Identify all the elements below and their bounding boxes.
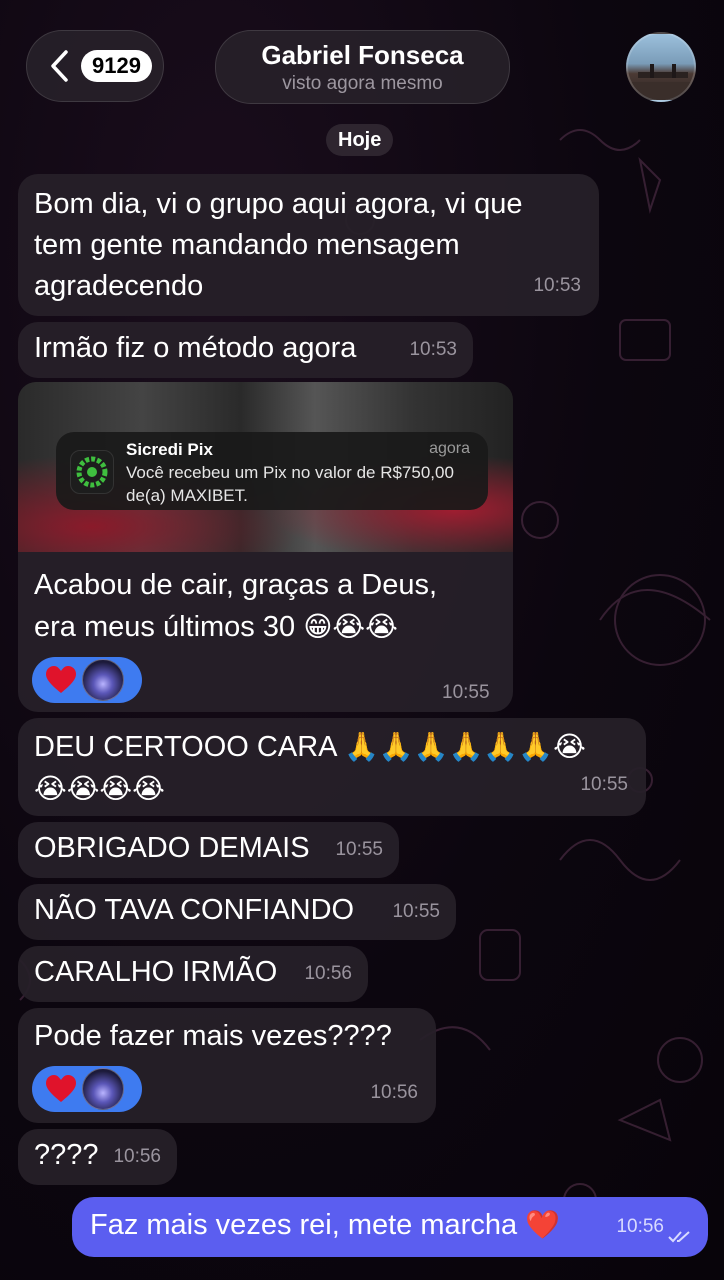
message-text: Faz mais vezes rei, mete marcha xyxy=(90,1209,518,1241)
heart-emoji: ❤️ xyxy=(525,1208,561,1241)
outgoing-message-bubble[interactable]: Faz mais vezes rei, mete marcha ❤️ 10:56 xyxy=(72,1197,708,1257)
message-time: 10:56 xyxy=(616,1216,664,1237)
sicredi-app-icon xyxy=(70,450,114,494)
message-bubble[interactable]: DEU CERTOOO CARA 🙏🙏🙏🙏🙏🙏😭 😭😭😭😭 10:55 xyxy=(18,718,646,816)
avatar-photo xyxy=(628,64,694,100)
emoji: 😁😭😭 xyxy=(303,610,398,643)
emoji: 🙏🙏🙏🙏🙏🙏😭 xyxy=(343,730,586,763)
date-divider: Hoje xyxy=(326,124,394,156)
unread-count-badge: 9129 xyxy=(81,50,152,82)
message-text: Irmão fiz o método agora xyxy=(34,332,357,364)
heart-reaction-icon xyxy=(46,1075,76,1102)
message-reactions[interactable] xyxy=(32,1066,142,1112)
chat-title[interactable]: Gabriel Fonseca visto agora mesmo xyxy=(215,30,510,104)
double-check-icon xyxy=(668,1231,690,1243)
notification-line: Você recebeu um Pix no valor de R$750,00 xyxy=(126,463,454,482)
message-text: OBRIGADO DEMAIS xyxy=(34,832,310,864)
message-text-line: era meus últimos 30 😁😭😭 xyxy=(34,610,398,643)
notification-line: de(a) MAXIBET. xyxy=(126,486,248,505)
message-time: 10:53 xyxy=(533,275,581,296)
message-time: 10:55 xyxy=(580,774,628,795)
chevron-left-icon xyxy=(51,50,68,82)
message-bubble[interactable]: OBRIGADO DEMAIS 10:55 xyxy=(18,822,399,878)
notification-time: agora xyxy=(429,440,470,457)
message-text: CARALHO IRMÃO xyxy=(34,956,278,988)
message-time: 10:55 xyxy=(392,901,440,922)
reactor-avatar xyxy=(82,659,124,701)
message-bubble[interactable]: NÃO TAVA CONFIANDO 10:55 xyxy=(18,884,456,940)
emoji-line: 😭😭😭😭 xyxy=(34,772,165,805)
message-text: Pode fazer mais vezes???? xyxy=(34,1020,392,1052)
reactor-avatar xyxy=(82,1068,124,1110)
message-bubble[interactable]: Bom dia, vi o grupo aqui agora, vi que t… xyxy=(18,174,599,316)
notification-app-name: Sicredi Pix xyxy=(126,440,213,459)
notification-screenshot-image[interactable]: Sicredi Pix agora Você recebeu um Pix no… xyxy=(18,382,513,552)
message-bubble[interactable]: CARALHO IRMÃO 10:56 xyxy=(18,946,368,1002)
message-text-line: Bom dia, vi o grupo aqui agora, vi que xyxy=(34,188,523,220)
message-time: 10:53 xyxy=(409,339,457,360)
message-time: 10:55 xyxy=(335,839,383,860)
message-bubble[interactable]: Irmão fiz o método agora 10:53 xyxy=(18,322,473,378)
pix-notification: Sicredi Pix agora Você recebeu um Pix no… xyxy=(56,432,488,510)
message-caption: Acabou de cair, graças a Deus, era meus … xyxy=(34,565,504,648)
message-text-line: tem gente mandando mensagem xyxy=(34,229,460,261)
message-text-line: Acabou de cair, graças a Deus, xyxy=(34,569,438,601)
back-button[interactable]: 9129 xyxy=(26,30,164,102)
message-time: 10:56 xyxy=(304,963,352,984)
message-text-line: agradecendo xyxy=(34,270,204,302)
message-text: NÃO TAVA CONFIANDO xyxy=(34,894,355,926)
message-time: 10:56 xyxy=(113,1146,161,1167)
message-text: ???? xyxy=(34,1139,99,1171)
contact-status: visto agora mesmo xyxy=(282,72,443,94)
message-bubble[interactable]: ???? 10:56 xyxy=(18,1129,177,1185)
message-time: 10:55 xyxy=(442,682,490,703)
contact-name: Gabriel Fonseca xyxy=(261,39,464,70)
message-time: 10:56 xyxy=(370,1082,418,1103)
message-text-line: DEU CERTOOO CARA 🙏🙏🙏🙏🙏🙏😭 xyxy=(34,730,586,763)
message-reactions[interactable] xyxy=(32,657,142,703)
contact-avatar[interactable] xyxy=(626,32,696,102)
heart-reaction-icon xyxy=(46,666,76,693)
